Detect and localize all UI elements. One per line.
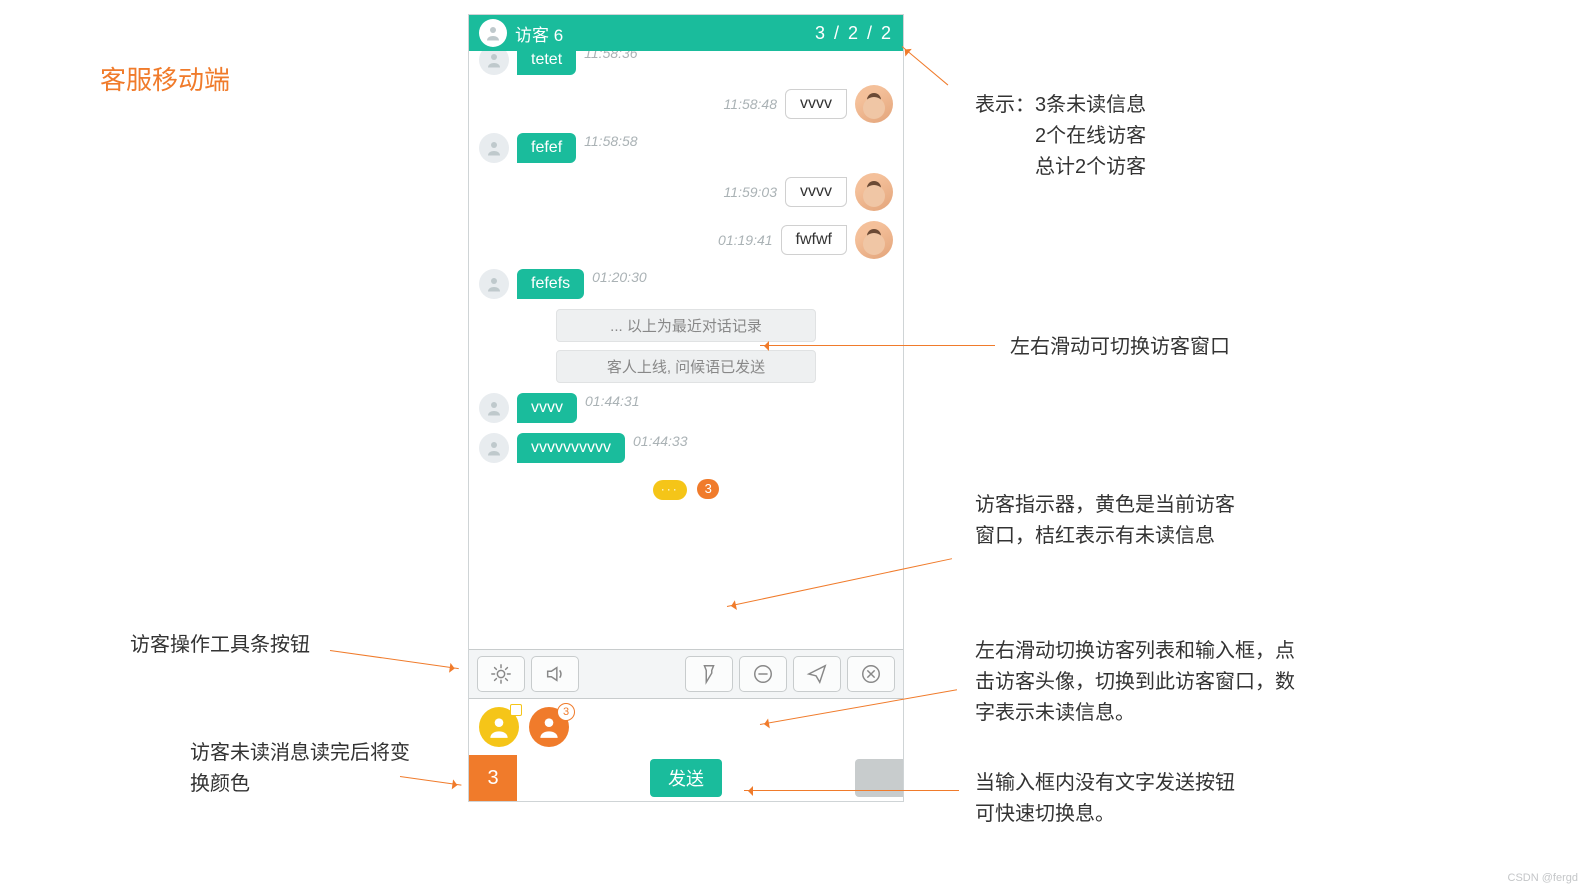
device-badge-icon — [510, 704, 522, 716]
visitor-list-strip[interactable]: 3 — [469, 699, 903, 755]
annotation-unread-color: 访客未读消息读完后将变换颜色 — [190, 738, 410, 800]
annotation-swipe: 左右滑动可切换访客窗口 — [1010, 332, 1230, 363]
annotation-indicator: 访客指示器，黄色是当前访客窗口，桔红表示有未读信息 — [975, 490, 1235, 552]
agent-avatar-icon — [855, 85, 893, 123]
page-title: 客服移动端 — [100, 60, 230, 97]
send-button[interactable]: 发送 — [650, 759, 722, 797]
msg-out: 01:19:41 fwfwf — [479, 221, 893, 259]
unread-count-badge: 3 — [557, 703, 575, 721]
msg-out: 11:58:48 vvvv — [479, 85, 893, 123]
msg-time: 01:44:31 — [585, 393, 640, 409]
msg-time: 01:19:41 — [718, 232, 773, 248]
chat-body[interactable]: tetet 11:58:36 11:58:48 vvvv fefef 11:58… — [469, 51, 903, 649]
close-x-icon[interactable] — [847, 656, 895, 692]
msg-text: fefefs — [517, 269, 584, 299]
mobile-chat-panel: 访客 6 3 / 2 / 2 tetet 11:58:36 11:58:48 v… — [468, 14, 904, 802]
chat-header: 访客 6 3 / 2 / 2 — [469, 15, 903, 51]
msg-text: vvvv — [785, 177, 847, 207]
visitor-avatar-current[interactable] — [479, 707, 519, 747]
arrow-icon — [744, 790, 959, 791]
msg-time: 11:58:48 — [724, 96, 777, 112]
user-avatar-icon — [479, 51, 509, 75]
speaker-icon[interactable] — [531, 656, 579, 692]
msg-text: tetet — [517, 51, 576, 75]
arrow-icon — [760, 345, 995, 346]
system-message: ... 以上为最近对话记录 — [556, 309, 816, 342]
msg-time: 01:20:30 — [592, 269, 647, 285]
msg-time: 11:58:36 — [584, 51, 637, 61]
flashlight-icon[interactable] — [685, 656, 733, 692]
visitor-avatar-unread[interactable]: 3 — [529, 707, 569, 747]
visitor-indicator[interactable]: ··· 3 — [479, 479, 893, 500]
annotation-send: 当输入框内没有文字发送按钮可快速切换息。 — [975, 768, 1235, 830]
agent-avatar-icon — [855, 221, 893, 259]
annotation-toolbar: 访客操作工具条按钮 — [130, 630, 310, 661]
indicator-current-icon[interactable]: ··· — [653, 480, 687, 500]
indicator-unread-badge[interactable]: 3 — [697, 479, 719, 499]
msg-in: fefef 11:58:58 — [479, 133, 893, 163]
system-message: 客人上线, 问候语已发送 — [556, 350, 816, 383]
visitor-toolbar — [469, 649, 903, 699]
user-avatar-icon — [479, 393, 509, 423]
msg-text: fefef — [517, 133, 576, 163]
msg-time: 11:58:58 — [584, 133, 637, 149]
visitor-name: 访客 6 — [515, 21, 815, 46]
msg-time: 11:59:03 — [724, 184, 777, 200]
msg-in: vvvvvvvvvv 01:44:33 — [479, 433, 893, 463]
arrow-icon — [902, 46, 949, 85]
msg-text: fwfwf — [781, 225, 847, 255]
header-counts: 3 / 2 / 2 — [815, 23, 893, 44]
msg-in: fefefs 01:20:30 — [479, 269, 893, 299]
msg-text: vvvv — [785, 89, 847, 119]
msg-text: vvvvvvvvvv — [517, 433, 625, 463]
msg-in: vvvv 01:44:31 — [479, 393, 893, 423]
unread-counter[interactable]: 3 — [469, 755, 517, 801]
annotation-counts: 表示：3条未读信息 2个在线访客 总计2个访客 — [975, 90, 1146, 183]
send-plane-icon[interactable] — [793, 656, 841, 692]
visitor-avatar-icon — [479, 19, 507, 47]
msg-text: vvvv — [517, 393, 577, 423]
arrow-icon — [330, 650, 459, 669]
user-avatar-icon — [479, 269, 509, 299]
user-avatar-icon — [479, 133, 509, 163]
annotation-strip: 左右滑动切换访客列表和输入框，点击访客头像，切换到此访客窗口，数字表示未读信息。 — [975, 636, 1295, 729]
watermark: CSDN @fergd — [1508, 872, 1578, 884]
message-input[interactable] — [517, 755, 650, 801]
minus-icon[interactable] — [739, 656, 787, 692]
msg-time: 01:44:33 — [633, 433, 688, 449]
user-avatar-icon — [479, 433, 509, 463]
msg-in: tetet 11:58:36 — [479, 51, 893, 75]
msg-out: 11:59:03 vvvv — [479, 173, 893, 211]
input-bar: 3 发送 — [469, 755, 903, 801]
sun-icon[interactable] — [477, 656, 525, 692]
voice-button[interactable] — [855, 759, 903, 797]
agent-avatar-icon — [855, 173, 893, 211]
